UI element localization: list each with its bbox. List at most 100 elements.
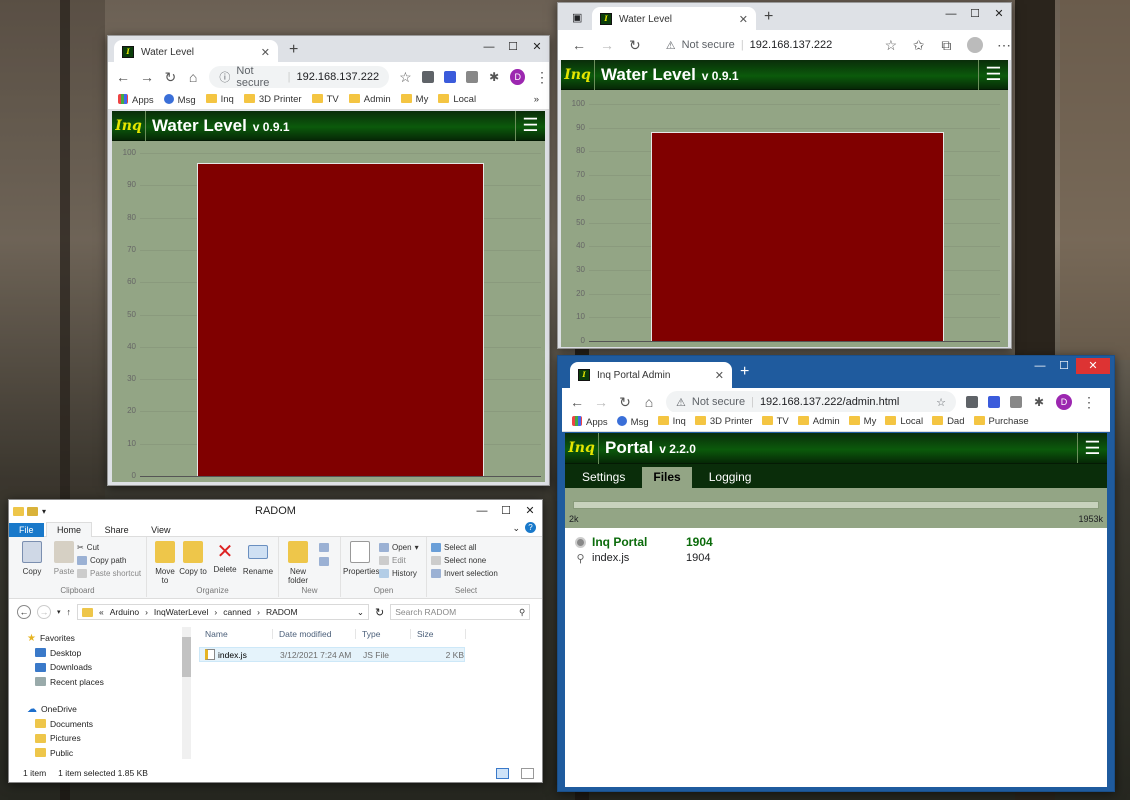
hamburger-menu-icon[interactable]: ☰ (515, 110, 545, 141)
menu-dots-icon[interactable]: ⋮ (535, 69, 549, 86)
breadcrumb-item[interactable]: InqWaterLevel (154, 607, 209, 617)
ribbon-tab-home[interactable]: Home (46, 522, 93, 537)
breadcrumb-item[interactable]: RADOM (266, 607, 298, 617)
tab-settings[interactable]: Settings (571, 467, 636, 488)
copy-path-button[interactable]: Copy path (77, 554, 141, 567)
bookmark-msg[interactable]: Msg (163, 93, 196, 106)
bookmark-msg[interactable]: Msg (616, 415, 649, 428)
move-to-button[interactable]: Move to (151, 541, 179, 585)
nav-downloads[interactable]: Downloads (27, 660, 191, 675)
extension-icon[interactable] (421, 71, 434, 83)
minimize-button[interactable]: — (1028, 358, 1052, 374)
address-bar[interactable]: ⚠ Not secure | 192.168.137.222 (655, 34, 871, 56)
open-button[interactable]: Open ▾ (379, 541, 419, 554)
breadcrumb-item[interactable]: canned (223, 607, 251, 617)
browser-tab[interactable]: I Water Level ✕ (592, 7, 756, 31)
extension-icon[interactable] (465, 71, 478, 83)
history-button[interactable]: History (379, 567, 419, 580)
new-tab-button[interactable]: + (740, 363, 749, 381)
ribbon-tab-file[interactable]: File (9, 523, 44, 537)
invert-selection-button[interactable]: Invert selection (431, 567, 498, 580)
large-icons-view-icon[interactable] (521, 767, 534, 779)
search-icon[interactable]: ⚲ (519, 607, 525, 618)
back-icon[interactable]: ← (572, 37, 586, 53)
forward-icon[interactable]: → (594, 394, 608, 410)
forward-icon[interactable]: → (37, 605, 51, 619)
ribbon-tab-view[interactable]: View (141, 523, 180, 537)
new-folder-button[interactable]: New folder (283, 541, 313, 585)
puzzle-icon[interactable]: ✱ (488, 70, 501, 84)
nav-documents[interactable]: Documents (27, 717, 191, 732)
add-favorite-icon[interactable]: ☆ (884, 37, 898, 54)
extension-icon[interactable] (1010, 396, 1022, 408)
tree-root[interactable]: Inq Portal 1904 (575, 534, 735, 550)
nav-public[interactable]: Public (27, 746, 191, 761)
select-none-button[interactable]: Select none (431, 554, 498, 567)
ribbon-expand-icon[interactable]: ⌄ (512, 523, 520, 534)
bookmark-admin[interactable]: Admin (797, 416, 840, 427)
bookmark-admin[interactable]: Admin (348, 94, 391, 105)
recent-dropdown-icon[interactable]: ▾ (57, 608, 61, 616)
back-icon[interactable]: ← (17, 605, 31, 619)
home-icon[interactable]: ⌂ (642, 394, 656, 410)
search-box[interactable]: Search RADOM ⚲ (390, 604, 531, 620)
nav-desktop[interactable]: Desktop (27, 646, 191, 661)
details-view-icon[interactable] (496, 767, 509, 779)
refresh-icon[interactable]: ↻ (375, 606, 384, 619)
browser-tab[interactable]: I Inq Portal Admin ✕ (570, 362, 732, 388)
favorites-icon[interactable]: ✩ (912, 37, 926, 54)
warning-icon[interactable]: ⚠ (676, 396, 686, 409)
nav-scrollbar[interactable] (182, 627, 191, 759)
help-icon[interactable]: ? (525, 522, 536, 533)
hamburger-menu-icon[interactable]: ☰ (978, 59, 1008, 90)
copy-button[interactable]: Copy (15, 541, 49, 576)
forward-icon[interactable]: → (140, 69, 154, 85)
close-window-button[interactable]: ✕ (525, 39, 549, 55)
close-tab-icon[interactable]: ✕ (261, 46, 270, 59)
column-name[interactable]: Name (199, 629, 273, 639)
bookmark-dad[interactable]: Dad (932, 416, 965, 427)
column-date-modified[interactable]: Date modified (273, 629, 356, 639)
up-icon[interactable]: ↑ (67, 607, 72, 617)
column-type[interactable]: Type (356, 629, 411, 639)
bookmark-my[interactable]: My (848, 416, 876, 427)
qat-dropdown-icon[interactable]: ▾ (42, 507, 46, 516)
profile-avatar[interactable]: D (510, 69, 525, 85)
delete-button[interactable]: ✕ Delete (211, 541, 239, 574)
select-all-button[interactable]: Select all (431, 541, 498, 554)
minimize-button[interactable]: — (939, 6, 963, 22)
bookmark-purchase[interactable]: Purchase (973, 416, 1029, 427)
tab-logging[interactable]: Logging (698, 467, 763, 488)
menu-dots-icon[interactable]: ⋮ (1082, 394, 1096, 411)
column-size[interactable]: Size (411, 629, 466, 639)
new-tab-button[interactable]: + (764, 8, 773, 26)
bookmark-local[interactable]: Local (885, 416, 923, 427)
forward-icon[interactable]: → (600, 37, 614, 53)
bookmark-my[interactable]: My (400, 94, 428, 105)
maximize-button[interactable]: ☐ (1052, 358, 1076, 374)
star-icon[interactable]: ☆ (399, 69, 412, 86)
quick-access-icon[interactable] (27, 506, 38, 516)
close-tab-icon[interactable]: ✕ (739, 13, 748, 26)
rename-button[interactable]: Rename (241, 541, 275, 576)
info-icon[interactable]: ⓘ (219, 69, 230, 85)
breadcrumb[interactable]: « Arduino › InqWaterLevel › canned › RADOM … (77, 604, 370, 620)
tree-file[interactable]: ⚲ index.js 1904 (575, 550, 735, 566)
bookmark-tv[interactable]: TV (311, 94, 339, 105)
maximize-button[interactable]: ☐ (963, 6, 987, 22)
extension-icon[interactable] (988, 396, 1000, 408)
bookmark-local[interactable]: Local (438, 94, 476, 105)
copy-to-button[interactable]: Copy to (179, 541, 207, 576)
easy-access-icon[interactable] (319, 557, 329, 566)
tab-actions-icon[interactable]: ▣ (572, 11, 582, 24)
close-window-button[interactable]: ✕ (987, 6, 1011, 22)
nav-favorites[interactable]: ★ Favorites (27, 631, 191, 646)
warning-icon[interactable]: ⚠ (666, 39, 676, 52)
star-icon[interactable]: ☆ (936, 396, 946, 409)
hamburger-menu-icon[interactable]: ☰ (1077, 433, 1107, 463)
bookmark-inq[interactable]: Inq (205, 94, 234, 105)
new-item-icon[interactable] (319, 543, 329, 552)
reload-icon[interactable]: ↻ (628, 37, 642, 54)
extension-icon[interactable] (443, 71, 456, 83)
maximize-button[interactable]: ☐ (501, 39, 525, 55)
